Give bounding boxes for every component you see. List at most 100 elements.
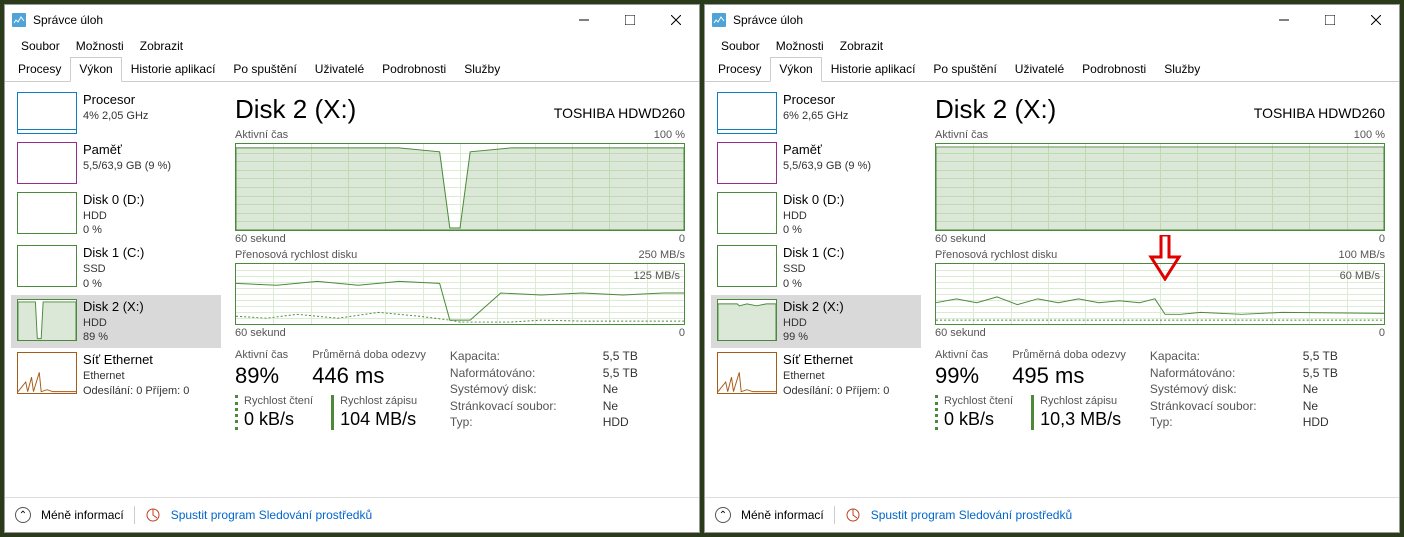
sidebar-item-sub1: 5,5/63,9 GB (9 %) bbox=[783, 159, 871, 173]
sidebar-item-label: Procesor bbox=[83, 92, 148, 109]
chart1-x-left: 60 sekund bbox=[235, 233, 286, 245]
sidebar-item-net-5[interactable]: Síť EthernetEthernetOdesílání: 0 Příjem:… bbox=[711, 348, 921, 401]
throughput-chart: 60 MB/s bbox=[935, 263, 1385, 325]
tab-performance[interactable]: Výkon bbox=[770, 57, 821, 82]
sidebar-item-cpu-0[interactable]: Procesor6% 2,65 GHz bbox=[711, 88, 921, 138]
perf-sidebar[interactable]: Procesor4% 2,05 GHzPaměť5,5/63,9 GB (9 %… bbox=[11, 88, 221, 497]
titlebar: Správce úloh bbox=[5, 5, 699, 35]
stat-response-label: Průměrná doba odezvy bbox=[312, 349, 426, 361]
sidebar-thumb bbox=[717, 92, 777, 134]
sidebar-item-label: Disk 1 (C:) bbox=[83, 245, 144, 262]
tab-details[interactable]: Podrobnosti bbox=[373, 57, 455, 81]
menu-file[interactable]: Soubor bbox=[13, 37, 68, 55]
sidebar-thumb bbox=[17, 299, 77, 341]
footer: ⌃ Méně informací Spustit program Sledová… bbox=[5, 497, 699, 532]
sidebar-item-label: Síť Ethernet bbox=[83, 352, 189, 369]
stat-write-label: Rychlost zápisu bbox=[1040, 395, 1121, 407]
maximize-button[interactable] bbox=[1307, 5, 1353, 35]
task-manager-icon bbox=[11, 12, 27, 28]
sidebar-item-disk-3[interactable]: Disk 1 (C:)SSD0 % bbox=[711, 241, 921, 294]
task-manager-window-0: Správce úloh Soubor Možnosti Zobrazit Pr… bbox=[4, 4, 700, 533]
sidebar-item-disk-2[interactable]: Disk 0 (D:)HDD0 % bbox=[11, 188, 221, 241]
open-resource-monitor-link[interactable]: Spustit program Sledování prostředků bbox=[171, 508, 372, 522]
sidebar-item-disk-2[interactable]: Disk 0 (D:)HDD0 % bbox=[711, 188, 921, 241]
perf-sidebar[interactable]: Procesor6% 2,65 GHzPaměť5,5/63,9 GB (9 %… bbox=[711, 88, 921, 497]
sidebar-item-sub2: Odesílání: 0 Příjem: 0 bbox=[783, 384, 889, 398]
stat-response-value: 495 ms bbox=[1012, 363, 1126, 389]
collapse-icon[interactable]: ⌃ bbox=[15, 507, 31, 523]
minimize-button[interactable] bbox=[1261, 5, 1307, 35]
sidebar-thumb bbox=[717, 245, 777, 287]
sidebar-item-disk-4[interactable]: Disk 2 (X:)HDD89 % bbox=[11, 295, 221, 348]
close-button[interactable] bbox=[1353, 5, 1399, 35]
chart1-x-right: 0 bbox=[679, 233, 685, 245]
sidebar-thumb bbox=[717, 192, 777, 234]
chart1-x-right: 0 bbox=[1379, 233, 1385, 245]
sidebar-item-sub1: SSD bbox=[783, 262, 844, 276]
sidebar-item-sub2: 89 % bbox=[83, 330, 144, 344]
detail-model: TOSHIBA HDWD260 bbox=[554, 105, 685, 121]
tab-app-history[interactable]: Historie aplikací bbox=[122, 57, 225, 81]
sidebar-item-sub1: 5,5/63,9 GB (9 %) bbox=[83, 159, 171, 173]
tab-details[interactable]: Podrobnosti bbox=[1073, 57, 1155, 81]
sidebar-item-mem-1[interactable]: Paměť5,5/63,9 GB (9 %) bbox=[711, 138, 921, 188]
sidebar-thumb bbox=[717, 299, 777, 341]
menu-view[interactable]: Zobrazit bbox=[132, 37, 191, 55]
open-resource-monitor-link[interactable]: Spustit program Sledování prostředků bbox=[871, 508, 1072, 522]
detail-title: Disk 2 (X:) bbox=[235, 94, 356, 125]
close-button[interactable] bbox=[653, 5, 699, 35]
sidebar-item-sub2: 0 % bbox=[783, 277, 844, 291]
sidebar-item-cpu-0[interactable]: Procesor4% 2,05 GHz bbox=[11, 88, 221, 138]
fewer-details-link[interactable]: Méně informací bbox=[41, 508, 124, 522]
tab-performance[interactable]: Výkon bbox=[70, 57, 121, 82]
sidebar-item-sub2: 0 % bbox=[83, 277, 144, 291]
perf-detail: Disk 2 (X:) TOSHIBA HDWD260 Aktivní čas … bbox=[921, 88, 1399, 497]
stat-write-value: 104 MB/s bbox=[340, 409, 417, 430]
sidebar-item-disk-3[interactable]: Disk 1 (C:)SSD0 % bbox=[11, 241, 221, 294]
task-manager-icon bbox=[711, 12, 727, 28]
collapse-icon[interactable]: ⌃ bbox=[715, 507, 731, 523]
chart1-label-right: 100 % bbox=[654, 129, 685, 141]
sidebar-item-net-5[interactable]: Síť EthernetEthernetOdesílání: 0 Příjem:… bbox=[11, 348, 221, 401]
stat-read-label: Rychlost čtení bbox=[244, 395, 313, 407]
sidebar-item-sub2: 0 % bbox=[83, 223, 144, 237]
menu-options[interactable]: Možnosti bbox=[68, 37, 132, 55]
sidebar-thumb bbox=[17, 92, 77, 134]
tab-users[interactable]: Uživatelé bbox=[1006, 57, 1073, 81]
menu-options[interactable]: Možnosti bbox=[768, 37, 832, 55]
tab-users[interactable]: Uživatelé bbox=[306, 57, 373, 81]
sidebar-item-sub2: Odesílání: 0 Příjem: 0 bbox=[83, 384, 189, 398]
tab-startup[interactable]: Po spuštění bbox=[224, 57, 305, 81]
tab-app-history[interactable]: Historie aplikací bbox=[822, 57, 925, 81]
sidebar-item-label: Disk 0 (D:) bbox=[783, 192, 844, 209]
tab-processes[interactable]: Procesy bbox=[9, 57, 70, 81]
tab-services[interactable]: Služby bbox=[1155, 57, 1209, 81]
tab-processes[interactable]: Procesy bbox=[709, 57, 770, 81]
menu-view[interactable]: Zobrazit bbox=[832, 37, 891, 55]
active-time-chart bbox=[235, 143, 685, 231]
tab-startup[interactable]: Po spuštění bbox=[924, 57, 1005, 81]
sidebar-item-sub1: HDD bbox=[83, 209, 144, 223]
maximize-button[interactable] bbox=[607, 5, 653, 35]
sidebar-item-label: Disk 2 (X:) bbox=[783, 299, 844, 316]
sidebar-item-mem-1[interactable]: Paměť5,5/63,9 GB (9 %) bbox=[11, 138, 221, 188]
sidebar-item-sub1: Ethernet bbox=[83, 369, 189, 383]
sidebar-item-sub1: SSD bbox=[83, 262, 144, 276]
stat-read-label: Rychlost čtení bbox=[944, 395, 1013, 407]
task-manager-window-1: Správce úloh Soubor Možnosti Zobrazit Pr… bbox=[704, 4, 1400, 533]
stat-active-value: 89% bbox=[235, 363, 288, 389]
stat-read-value: 0 kB/s bbox=[944, 409, 1013, 430]
chart2-x-left: 60 sekund bbox=[235, 327, 286, 339]
fewer-details-link[interactable]: Méně informací bbox=[741, 508, 824, 522]
tab-services[interactable]: Služby bbox=[455, 57, 509, 81]
sidebar-thumb bbox=[17, 142, 77, 184]
sidebar-item-sub1: HDD bbox=[783, 316, 844, 330]
sidebar-item-label: Disk 0 (D:) bbox=[83, 192, 144, 209]
sidebar-item-disk-4[interactable]: Disk 2 (X:)HDD99 % bbox=[711, 295, 921, 348]
menu-file[interactable]: Soubor bbox=[713, 37, 768, 55]
sidebar-item-sub1: HDD bbox=[83, 316, 144, 330]
resource-monitor-icon bbox=[145, 507, 161, 523]
resource-monitor-icon bbox=[845, 507, 861, 523]
minimize-button[interactable] bbox=[561, 5, 607, 35]
sidebar-item-sub1: HDD bbox=[783, 209, 844, 223]
